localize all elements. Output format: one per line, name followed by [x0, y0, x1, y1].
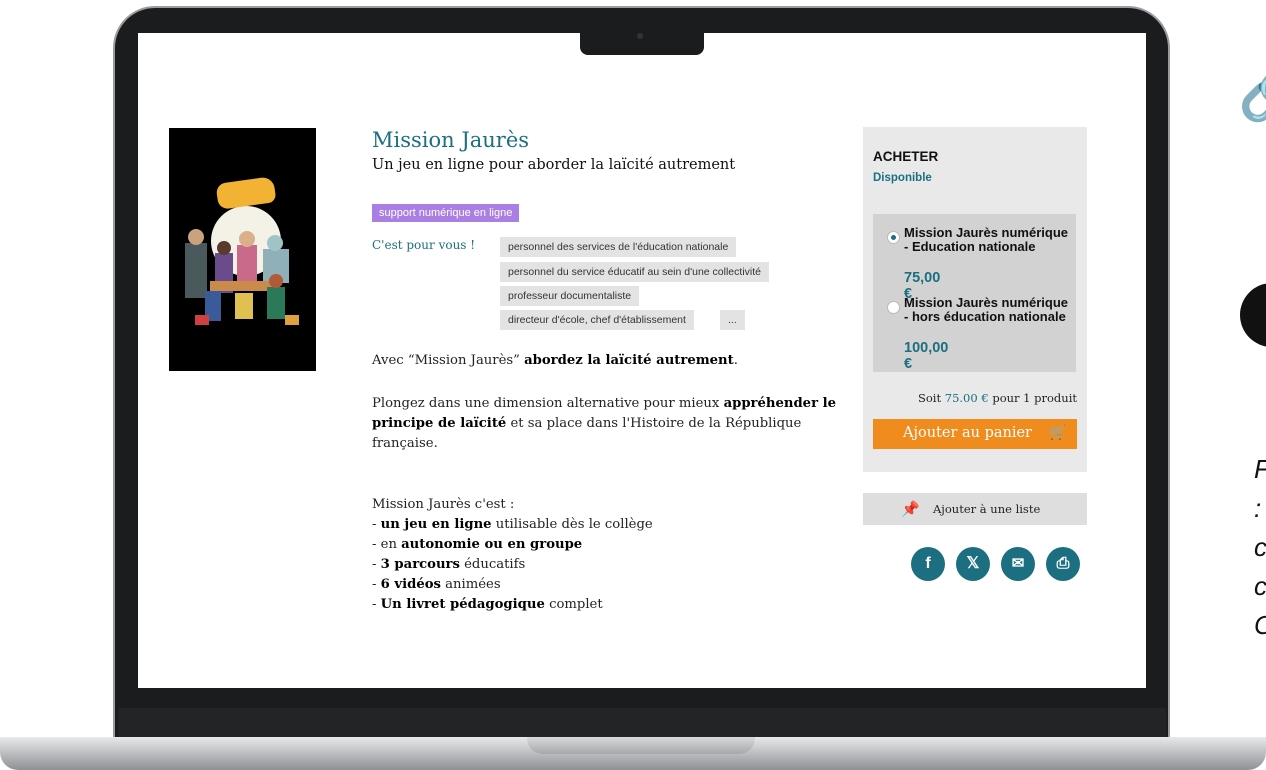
- product-subtitle: Un jeu en ligne pour aborder la laïcité …: [372, 157, 736, 173]
- radio-button[interactable]: [887, 301, 900, 314]
- cover-logo: [215, 176, 277, 210]
- text-span: complet: [544, 597, 603, 612]
- print-icon[interactable]: ⎙: [1046, 547, 1080, 581]
- side-caption-line: C: [1254, 606, 1266, 645]
- link-icon: 🔗: [1238, 66, 1266, 120]
- email-icon[interactable]: ✉: [1001, 547, 1035, 581]
- text-span: Soit: [918, 391, 945, 405]
- total-price: 75.00 €: [944, 391, 989, 405]
- buy-panel: ACHETER Disponible Mission Jaurès numéri…: [863, 127, 1087, 472]
- audience-more-button[interactable]: ...: [720, 310, 745, 330]
- side-caption-line: c: [1254, 532, 1266, 562]
- x-twitter-icon[interactable]: 𝕏: [956, 547, 990, 581]
- camera-icon: [637, 33, 643, 39]
- radio-button-selected[interactable]: [887, 231, 900, 244]
- add-to-cart-label: Ajouter au panier: [903, 425, 1032, 441]
- support-tag[interactable]: support numérique en ligne: [372, 204, 520, 222]
- text-bold: autonomie ou en groupe: [401, 537, 583, 552]
- cart-icon: 🛒: [1049, 425, 1067, 441]
- offer-options: Mission Jaurès numérique - Education nat…: [873, 214, 1076, 372]
- cover-characters-illustration: [185, 229, 299, 325]
- side-caption: F : c c C: [1254, 450, 1266, 645]
- side-caption-line: c: [1254, 571, 1266, 601]
- text-span: animées: [440, 577, 501, 592]
- audience-tag[interactable]: personnel des services de l'éducation na…: [500, 237, 737, 257]
- text-span: -: [372, 577, 381, 592]
- audience-label: C'est pour vous !: [372, 238, 476, 252]
- text-bold: 3 parcours: [380, 557, 460, 572]
- offer-name: Mission Jaurès numérique - Education nat…: [904, 225, 1068, 254]
- text-span: - en: [372, 537, 402, 552]
- audience-tag[interactable]: directeur d'école, chef d'établissement: [500, 310, 694, 330]
- offer-price: 100,00 €: [904, 340, 949, 372]
- laptop-hinge: [118, 708, 1166, 738]
- feature-list-intro: Mission Jaurès c'est :: [372, 497, 515, 512]
- feature-list-item: - 3 parcours éducatifs: [372, 555, 525, 575]
- feature-list-item: - Un livret pédagogique complet: [372, 595, 603, 615]
- laptop-screen: Mission Jaurès Un jeu en ligne pour abor…: [138, 33, 1146, 688]
- text-span: -: [372, 517, 381, 532]
- text-bold: 6 vidéos: [380, 577, 441, 592]
- description-intro: Avec “Mission Jaurès” abordez la laïcité…: [372, 351, 738, 371]
- text-span: -: [372, 597, 381, 612]
- feature-list-item: - un jeu en ligne utilisable dès le coll…: [372, 515, 653, 535]
- add-to-cart-button[interactable]: Ajouter au panier 🛒: [873, 419, 1077, 449]
- product-title: Mission Jaurès: [372, 128, 530, 152]
- text-span: .: [733, 353, 738, 368]
- side-caption-line: F: [1254, 450, 1266, 489]
- text-span: utilisable dès le collège: [491, 517, 653, 532]
- add-to-list-button[interactable]: 📌 Ajouter à une liste: [863, 493, 1087, 525]
- total-summary: Soit 75.00 € pour 1 produit: [918, 391, 1077, 405]
- availability-status: Disponible: [873, 172, 932, 184]
- offer-name: Mission Jaurès numérique - hors éducatio…: [904, 295, 1068, 324]
- decorative-circle: [1240, 283, 1266, 347]
- side-caption-line: :: [1254, 493, 1262, 523]
- text-bold: un jeu en ligne: [380, 517, 492, 532]
- feature-list-item: - en autonomie ou en groupe: [372, 535, 582, 555]
- text-bold: Un livret pédagogique: [380, 597, 545, 612]
- feature-list-item: - 6 vidéos animées: [372, 575, 501, 595]
- text-span: pour 1 produit: [988, 391, 1077, 405]
- description-paragraph: Plongez dans une dimension alternative p…: [372, 394, 842, 454]
- text-bold: abordez la laïcité autrement: [524, 353, 734, 368]
- laptop-notch: [580, 28, 704, 55]
- add-to-list-label: Ajouter à une liste: [933, 502, 1041, 516]
- text-span: -: [372, 557, 381, 572]
- text-span: Avec “Mission Jaurès”: [372, 353, 525, 368]
- product-cover-image: [169, 128, 316, 371]
- audience-tag[interactable]: professeur documentaliste: [500, 286, 640, 306]
- text-span: éducatifs: [459, 557, 526, 572]
- text-span: Plongez dans une dimension alternative p…: [372, 396, 724, 411]
- buy-title: ACHETER: [873, 149, 939, 164]
- pin-icon: 📌: [901, 500, 920, 518]
- facebook-icon[interactable]: f: [911, 547, 945, 581]
- audience-tag[interactable]: personnel du service éducatif au sein d'…: [500, 262, 769, 282]
- laptop-groove: [527, 737, 755, 754]
